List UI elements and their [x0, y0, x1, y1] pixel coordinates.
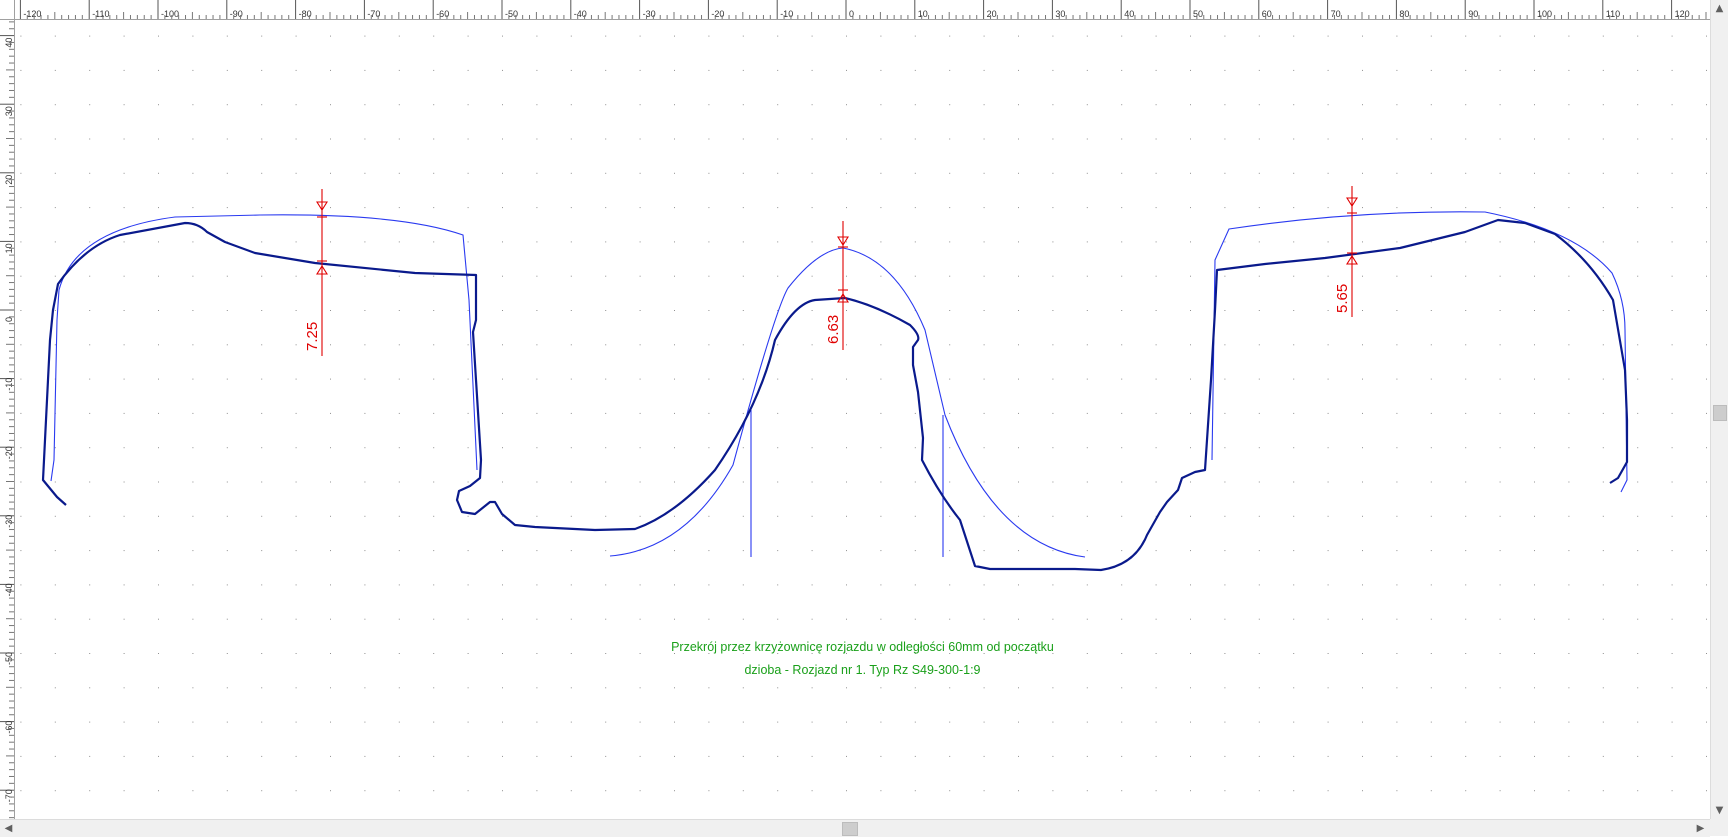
ruler-x-label: 30: [1055, 9, 1065, 19]
ruler-x-label: -110: [92, 9, 109, 19]
ruler-x-label: 10: [918, 9, 928, 19]
ruler-x-label: 60: [1262, 9, 1272, 19]
vertical-scroll-thumb[interactable]: [1713, 405, 1727, 421]
scrollbar-corner: [1710, 819, 1728, 836]
ruler-y-label: -70: [4, 789, 14, 802]
ruler-x-label: 90: [1468, 9, 1478, 19]
ruler-x-label: 110: [1606, 9, 1620, 19]
ruler-y-label: -20: [4, 446, 14, 459]
ruler-x-label: 70: [1331, 9, 1341, 19]
vertical-ruler: 6050403020100-10-20-30-40-50-60-70: [0, 0, 15, 832]
ruler-x-label: -120: [23, 9, 41, 19]
dimension-label-right: 5.65: [1334, 284, 1351, 313]
chevron-left-icon[interactable]: ◀: [0, 820, 17, 837]
horizontal-scroll-thumb[interactable]: [842, 822, 858, 836]
ruler-x-label: 80: [1399, 9, 1409, 19]
dimension-label-left: 7.25: [304, 322, 321, 351]
dimension-label-center: 6.63: [825, 315, 842, 344]
ruler-y-label: -50: [4, 652, 14, 665]
profile-drawing: 7.25 6.63 5.65: [41, 186, 1629, 572]
ruler-x-label: 40: [1124, 9, 1134, 19]
drawing-canvas[interactable]: 7.25 6.63 5.65 Przekrój przez krzyżownic…: [15, 20, 1710, 819]
ruler-corner: [0, 0, 15, 20]
horizontal-scrollbar[interactable]: ◀ ▶: [0, 819, 1710, 837]
ruler-x-label: 100: [1537, 9, 1552, 19]
ruler-x-label: 120: [1675, 9, 1690, 19]
horizontal-ruler-scale: -120 -110 -100 -90 -80 -70 -60 -50 -40 -30 -20 -10 0…: [19, 0, 1728, 19]
ruler-x-label: 50: [1193, 9, 1203, 19]
vertical-scrollbar[interactable]: ▲ ▼: [1710, 0, 1728, 819]
chevron-right-icon[interactable]: ▶: [1692, 820, 1709, 837]
chevron-down-icon[interactable]: ▼: [1711, 802, 1728, 819]
ruler-y-label: -40: [4, 583, 14, 596]
ruler-x-label: -100: [161, 9, 179, 19]
ruler-y-label: -30: [4, 515, 14, 528]
nominal-right-rail-profile: [1211, 211, 1628, 493]
ruler-y-label: 0: [4, 317, 14, 322]
caption-line-2: dzioba - Rozjazd nr 1. Typ Rz S49-300-1:…: [744, 663, 981, 677]
ruler-y-label: -10: [4, 378, 14, 391]
horizontal-ruler: -120 -110 -100 -90 -80 -70 -60 -50 -40 -30 -20 -10 0…: [0, 0, 1728, 20]
vertical-ruler-scale: 6050403020100-10-20-30-40-50-60-70: [0, 0, 14, 832]
chevron-up-icon[interactable]: ▲: [1711, 0, 1728, 17]
measured-left-rail-profile: [41, 218, 1629, 572]
caption-line-1: Przekrój przez krzyżownicę rozjazdu w od…: [671, 640, 1054, 654]
ruler-x-label: 20: [987, 9, 997, 19]
ruler-y-label: -60: [4, 721, 14, 734]
nominal-frog-nose-profile: [609, 247, 1086, 558]
